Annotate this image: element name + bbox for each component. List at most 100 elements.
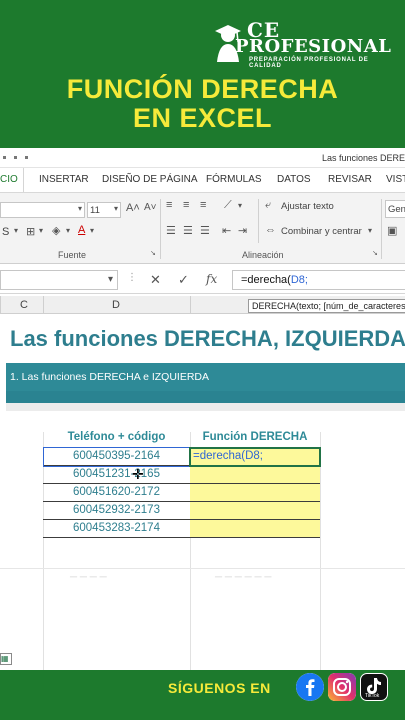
header-phone-code[interactable]: Teléfono + código bbox=[43, 428, 190, 448]
table-cell-result[interactable] bbox=[190, 520, 320, 538]
grid-line bbox=[0, 568, 405, 569]
ribbon-tabs: CIO INSERTAR DISEÑO DE PÁGINA FÓRMULAS D… bbox=[0, 168, 405, 192]
increase-indent-icon[interactable]: ⇥ bbox=[238, 224, 247, 237]
confirm-entry-icon[interactable]: ✓ bbox=[178, 272, 189, 288]
chevron-down-icon[interactable]: ▾ bbox=[14, 226, 18, 235]
sheet-title[interactable]: Las funciones DERECHA, IZQUIERDA bbox=[10, 326, 405, 352]
tab-data[interactable]: DATOS bbox=[277, 174, 311, 185]
align-top-icon[interactable]: ≡ bbox=[166, 199, 172, 211]
faded-row-text: ─ ─ ─ ─ bbox=[70, 572, 107, 583]
align-bottom-icon[interactable]: ≡ bbox=[200, 199, 206, 211]
align-middle-icon[interactable]: ≡ bbox=[183, 199, 189, 211]
group-divider bbox=[381, 199, 382, 259]
brand-tagline: PREPARACIÓN PROFESIONAL DE CALIDAD bbox=[249, 57, 369, 69]
sheet-status-icon[interactable]: ▦ bbox=[0, 653, 12, 665]
follow-us-label: SÍGUENOS EN bbox=[168, 680, 271, 696]
insert-function-icon[interactable]: fx bbox=[206, 272, 217, 286]
excel-window: Las funciones DERECH CIO INSERTAR DISEÑO… bbox=[0, 148, 405, 670]
formula-reference: D8; bbox=[290, 274, 308, 286]
name-box[interactable]: ▾ bbox=[0, 270, 118, 290]
font-color-icon[interactable]: A bbox=[78, 224, 85, 236]
qat-dot bbox=[25, 156, 28, 159]
chevron-down-icon[interactable]: ▾ bbox=[66, 226, 70, 235]
header-right-function[interactable]: Función DERECHA bbox=[190, 428, 320, 448]
strikethrough-icon[interactable]: S bbox=[2, 226, 9, 238]
tab-insert[interactable]: INSERTAR bbox=[39, 174, 89, 185]
align-center-icon[interactable]: ☰ bbox=[183, 224, 193, 237]
brand-name-line2: PROFESIONAL bbox=[235, 36, 392, 57]
increase-font-icon[interactable]: A˄ bbox=[126, 202, 140, 214]
merge-center-button[interactable]: Combinar y centrar bbox=[281, 226, 362, 237]
table-cell-phone[interactable]: 600451231-2165 bbox=[43, 466, 190, 484]
table-cell-phone[interactable]: 600452932-2173 bbox=[43, 502, 190, 520]
section-header-text: 1. Las funciones DERECHA e IZQUIERDA bbox=[10, 371, 209, 383]
more-options-icon[interactable]: ⋮ bbox=[127, 272, 137, 283]
section-shadow bbox=[6, 403, 405, 411]
tab-formulas[interactable]: FÓRMULAS bbox=[206, 174, 262, 185]
headline-line1: FUNCIÓN DERECHA bbox=[66, 74, 339, 104]
column-header-d[interactable]: D bbox=[112, 299, 120, 311]
grid-line bbox=[320, 432, 321, 670]
dialog-launcher-icon[interactable]: ↘ bbox=[372, 249, 378, 257]
font-group-label: Fuente bbox=[58, 250, 87, 260]
formula-bar: ▾ ⋮ ✕ ✓ fx =derecha(D8; bbox=[0, 266, 405, 294]
chevron-down-icon: ▾ bbox=[107, 274, 113, 285]
facebook-icon[interactable] bbox=[296, 673, 324, 701]
fill-color-icon[interactable]: ◈ bbox=[52, 224, 60, 237]
group-divider bbox=[258, 199, 259, 243]
title-bar: Las funciones DERECH bbox=[0, 148, 405, 168]
section-header[interactable]: 1. Las funciones DERECHA e IZQUIERDA bbox=[6, 363, 405, 391]
column-divider bbox=[190, 296, 191, 314]
chevron-down-icon[interactable]: ▾ bbox=[368, 226, 372, 235]
tiktok-icon[interactable]: TikTok bbox=[360, 673, 388, 701]
borders-icon[interactable]: ⊞ bbox=[26, 225, 35, 238]
align-left-icon[interactable]: ☰ bbox=[166, 224, 176, 237]
table-cell-phone[interactable]: 600451620-2172 bbox=[43, 484, 190, 502]
align-right-icon[interactable]: ☰ bbox=[200, 224, 210, 237]
chevron-down-icon: ▾ bbox=[77, 204, 82, 213]
ribbon: ▾ 11 ▾ A˄ A˅ S ▾ ⊞ ▾ ◈ ▾ A ▾ Fuente ↘ ≡ … bbox=[0, 192, 405, 264]
promo-banner: CE PROFESIONAL PREPARACIÓN PROFESIONAL D… bbox=[0, 0, 405, 148]
number-format-value: Gene bbox=[388, 204, 405, 215]
function-tooltip: DERECHA(texto; [núm_de_caracteres]) bbox=[248, 299, 405, 313]
table-cell-phone[interactable]: 600453283-2174 bbox=[43, 520, 190, 538]
tab-home[interactable]: CIO bbox=[0, 168, 24, 192]
formula-input[interactable]: =derecha(D8; bbox=[232, 270, 405, 290]
currency-format-icon[interactable]: ▣ bbox=[387, 224, 397, 237]
tiktok-label: TikTok bbox=[365, 693, 380, 699]
font-size-dropdown[interactable]: 11 ▾ bbox=[87, 202, 121, 218]
tab-page-layout[interactable]: DISEÑO DE PÁGINA bbox=[102, 174, 198, 185]
orientation-icon[interactable]: ⟋ bbox=[224, 199, 232, 212]
group-divider bbox=[160, 199, 161, 259]
decrease-indent-icon[interactable]: ⇤ bbox=[222, 224, 231, 237]
column-divider bbox=[0, 296, 1, 314]
table-cell-result[interactable] bbox=[190, 484, 320, 502]
cell-cursor-icon: ✛ bbox=[132, 466, 144, 482]
brand-logo: CE PROFESIONAL PREPARACIÓN PROFESIONAL D… bbox=[211, 18, 392, 69]
chevron-down-icon[interactable]: ▾ bbox=[90, 226, 94, 235]
font-family-dropdown[interactable]: ▾ bbox=[0, 202, 85, 218]
table-cell-result[interactable] bbox=[190, 466, 320, 484]
instagram-icon[interactable] bbox=[328, 673, 356, 701]
window-title: Las funciones DERECH bbox=[322, 153, 405, 163]
number-format-dropdown[interactable]: Gene bbox=[385, 200, 405, 218]
social-footer: SÍGUENOS EN TikTok bbox=[0, 670, 405, 720]
chevron-down-icon: ▾ bbox=[113, 204, 118, 213]
decrease-font-icon[interactable]: A˅ bbox=[144, 202, 157, 213]
referenced-cell-highlight bbox=[43, 447, 191, 467]
chevron-down-icon[interactable]: ▾ bbox=[39, 226, 43, 235]
tab-review[interactable]: REVISAR bbox=[328, 174, 372, 185]
headline-line2: EN EXCEL bbox=[132, 103, 273, 133]
qat-dot bbox=[14, 156, 17, 159]
alignment-group-label: Alineación bbox=[242, 250, 284, 260]
qat-dot bbox=[3, 156, 6, 159]
wrap-text-icon: ⤶ bbox=[265, 199, 272, 211]
wrap-text-button[interactable]: Ajustar texto bbox=[281, 201, 334, 212]
table-cell-result[interactable] bbox=[190, 502, 320, 520]
dialog-launcher-icon[interactable]: ↘ bbox=[150, 249, 156, 257]
active-cell bbox=[189, 447, 321, 467]
cancel-entry-icon[interactable]: ✕ bbox=[150, 272, 161, 288]
column-header-c[interactable]: C bbox=[20, 299, 28, 311]
tab-view[interactable]: VISTA bbox=[386, 174, 405, 185]
chevron-down-icon[interactable]: ▾ bbox=[238, 201, 242, 210]
